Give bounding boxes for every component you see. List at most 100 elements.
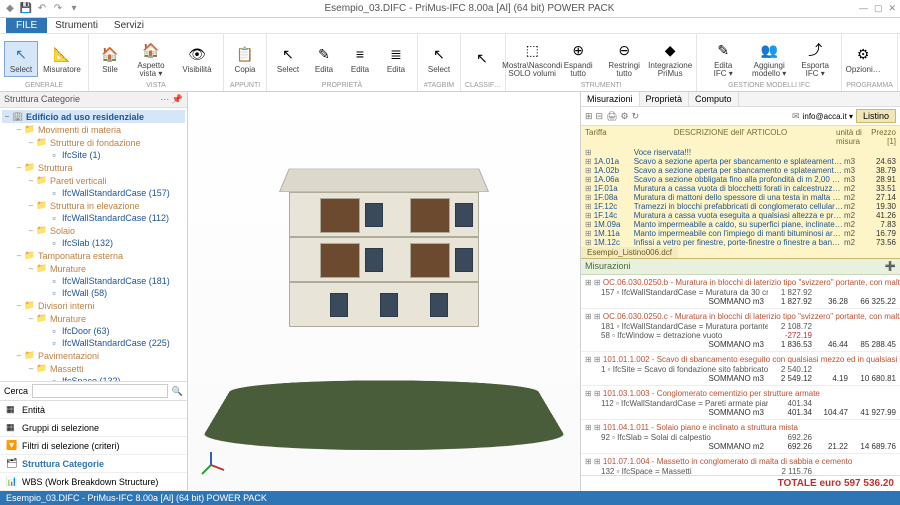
tree-item[interactable]: –📁Struttura in elevazione (2, 199, 185, 212)
listino-row[interactable]: ⊞1M.12cInfissi a vetro per finestre, por… (581, 238, 900, 247)
ribbon-button[interactable]: ≣Edita (379, 42, 413, 76)
3d-viewport[interactable] (188, 92, 580, 491)
measure-add-icon[interactable]: ➕ (885, 261, 896, 272)
measure-sommano[interactable]: SOMMANO m32 549.124.1910 680.81 (581, 374, 900, 383)
measure-group-title[interactable]: ⊞ ⊞ 101.04.1.011 - Solaio piano e inclin… (581, 422, 900, 433)
tree-item[interactable]: –📁Massetti (2, 362, 185, 375)
redo-icon[interactable]: ↷ (52, 3, 64, 15)
ribbon-button[interactable]: ↖ (465, 46, 499, 72)
tree-item[interactable]: –📁Tamponatura esterna (2, 249, 185, 262)
tree-item[interactable]: –📁Movimenti di materia (2, 123, 185, 136)
measure-group-title[interactable]: ⊞ ⊞ 101.01.1.002 - Scavo di sbancamento … (581, 354, 900, 365)
ribbon-button[interactable]: 📋Copia (228, 42, 262, 76)
measure-line[interactable]: 132 ▫ IfcSpace = Massetti2 115.76 (581, 467, 900, 475)
left-section-item[interactable]: 📊WBS (Work Breakdown Structure) (0, 473, 187, 491)
measure-sommano[interactable]: SOMMANO m31 836.5346.4485 288.45 (581, 340, 900, 349)
listino-row[interactable]: ⊞1A.02bScavo a sezione aperta per sbanca… (581, 166, 900, 175)
tree-item[interactable]: –📁Pareti verticali (2, 174, 185, 187)
tree-item[interactable]: –📁Pavimentazioni (2, 349, 185, 362)
tree-item[interactable]: –📁Divisori interni (2, 299, 185, 312)
ribbon-button[interactable]: ⤴Esporta IFC ▾ (793, 38, 837, 80)
ribbon-button[interactable]: 🏠Stile (93, 42, 127, 76)
minimize-icon[interactable]: — (859, 3, 868, 14)
menu-servizi[interactable]: Servizi (106, 18, 152, 33)
listino-row[interactable]: ⊞1A.06aScavo a sezione obbligata fino al… (581, 175, 900, 184)
tab-misurazioni[interactable]: Misurazioni (581, 92, 640, 106)
toolbar-gear-icon[interactable]: ⚙ (621, 111, 629, 122)
search-input[interactable] (32, 384, 168, 398)
listino-row[interactable]: ⊞1A.01aScavo a sezione aperta per sbanca… (581, 157, 900, 166)
tree-item[interactable]: ▫IfcWallStandardCase (112) (2, 212, 185, 224)
listino-row[interactable]: ⊞1M.09aManto impermeabile a caldo, su su… (581, 220, 900, 229)
tree-root[interactable]: –🏢 Edificio ad uso residenziale (2, 110, 185, 123)
toolbar-collapse-icon[interactable]: ⊟ (596, 111, 604, 122)
ribbon-button[interactable]: ≡Edita (343, 42, 377, 76)
measure-line[interactable]: 181 ▫ IfcWallStandardCase = Muratura por… (581, 322, 900, 331)
maximize-icon[interactable]: ▢ (874, 3, 883, 14)
tree-item[interactable]: ▫IfcWallStandardCase (157) (2, 187, 185, 199)
tree-item[interactable]: ▫IfcSite (1) (2, 149, 185, 161)
listino-row[interactable]: ⊞1M.11aManto impermeabile con l'impiego … (581, 229, 900, 238)
tab-computo[interactable]: Computo (689, 92, 739, 106)
listino-button[interactable]: Listino (856, 109, 896, 123)
measure-sommano[interactable]: SOMMANO m31 827.9236.2866 325.22 (581, 297, 900, 306)
measure-line[interactable]: 112 ▫ IfcWallStandardCase = Pareti armat… (581, 399, 900, 408)
ribbon-button[interactable]: ⚙Opzioni… (846, 42, 880, 76)
measure-sommano[interactable]: SOMMANO m2692.2621.2214 689.76 (581, 442, 900, 451)
listino-row[interactable]: ⊞1F.08aMuratura di mattoni dello spessor… (581, 193, 900, 202)
toolbar-print-icon[interactable]: 🖨 (606, 111, 617, 122)
listino-file-tab[interactable]: Esempio_Listino006.dcf (581, 247, 678, 258)
tree-item[interactable]: ▫IfcWallStandardCase (181) (2, 275, 185, 287)
tree-item[interactable]: –📁Solaio (2, 224, 185, 237)
account-email[interactable]: info@acca.it ▾ (803, 112, 853, 121)
search-icon[interactable]: 🔍 (172, 386, 183, 397)
measure-group-title[interactable]: ⊞ ⊞ OC.06.030.0250.c - Muratura in blocc… (581, 311, 900, 322)
listino-row[interactable]: ⊞1F.14cMuratura a cassa vuota eseguita a… (581, 211, 900, 220)
ribbon-button[interactable]: ⊖Restringi tutto (602, 38, 646, 80)
qat-dropdown-icon[interactable]: ▾ (68, 3, 80, 15)
tree-item[interactable]: ▫IfcWall (58) (2, 287, 185, 299)
ribbon-button[interactable]: ⊕Espandi tutto (556, 38, 600, 80)
ribbon-button[interactable]: ◆Integrazione PriMus (648, 38, 692, 80)
close-icon[interactable]: ✕ (888, 3, 896, 14)
listino-row[interactable]: ⊞Voce riservata!!! (581, 148, 900, 157)
axes-gizmo[interactable] (196, 450, 226, 483)
listino-row[interactable]: ⊞1F.01aMuratura a cassa vuota di blocche… (581, 184, 900, 193)
ribbon-button[interactable]: ↖Select (4, 41, 38, 77)
measure-group-title[interactable]: ⊞ ⊞ 101.07.1.004 - Massetto in conglomer… (581, 456, 900, 467)
measure-line[interactable]: 157 ▫ IfcWallStandardCase = Muratura da … (581, 288, 900, 297)
toolbar-refresh-icon[interactable]: ↻ (632, 111, 640, 122)
left-section-item[interactable]: ▦Entità (0, 401, 187, 419)
left-section-item[interactable]: 🔽Filtri di selezione (criteri) (0, 437, 187, 455)
category-tree[interactable]: –🏢 Edificio ad uso residenziale –📁Movime… (0, 108, 187, 381)
measure-sommano[interactable]: SOMMANO m3401.34104.4741 927.99 (581, 408, 900, 417)
tree-item[interactable]: –📁Strutture di fondazione (2, 136, 185, 149)
left-section-item[interactable]: ▦Gruppi di selezione (0, 419, 187, 437)
ribbon-button[interactable]: 👁Visibilità (175, 42, 219, 76)
tree-item[interactable]: –📁Murature (2, 262, 185, 275)
ribbon-button[interactable]: ↖Select (422, 42, 456, 76)
listino-row[interactable]: ⊞1F.12cTramezzi in blocchi prefabbricati… (581, 202, 900, 211)
ribbon-button[interactable]: ⬚Mostra\Nascondi SOLO volumi (510, 38, 554, 80)
ribbon-button[interactable]: 👥Aggiungi modello ▾ (747, 38, 791, 80)
ribbon-button[interactable]: ✎Edita (307, 42, 341, 76)
tree-item[interactable]: –📁Murature (2, 312, 185, 325)
file-menu[interactable]: FILE (6, 18, 47, 33)
measure-line[interactable]: 92 ▫ IfcSlab = Solai di calpestio692.26 (581, 433, 900, 442)
panel-options-icon[interactable]: ⋯ 📌 (160, 94, 183, 105)
tree-item[interactable]: ▫IfcDoor (63) (2, 325, 185, 337)
save-icon[interactable]: 💾 (20, 3, 32, 15)
toolbar-expand-icon[interactable]: ⊞ (585, 111, 593, 122)
menu-strumenti[interactable]: Strumenti (47, 18, 106, 33)
measure-line[interactable]: 58 ▫ IfcWindow = detrazione vuoto-272.19 (581, 331, 900, 340)
tree-item[interactable]: –📁Struttura (2, 161, 185, 174)
tree-item[interactable]: ▫IfcWallStandardCase (225) (2, 337, 185, 349)
tab-proprieta[interactable]: Proprietà (640, 92, 690, 106)
ribbon-button[interactable]: ↖Select (271, 42, 305, 76)
measure-list[interactable]: ⊞ ⊞ OC.06.030.0250.b - Muratura in blocc… (581, 275, 900, 475)
left-section-item[interactable]: 🗂Struttura Categorie (0, 455, 187, 473)
ribbon-button[interactable]: 🏠Aspetto vista ▾ (129, 38, 173, 80)
measure-group-title[interactable]: ⊞ ⊞ 101.03.1.003 - Conglomerato cementiz… (581, 388, 900, 399)
measure-line[interactable]: 1 ▫ IfcSite = Scavo di fondazione sito f… (581, 365, 900, 374)
measure-group-title[interactable]: ⊞ ⊞ OC.06.030.0250.b - Muratura in blocc… (581, 277, 900, 288)
